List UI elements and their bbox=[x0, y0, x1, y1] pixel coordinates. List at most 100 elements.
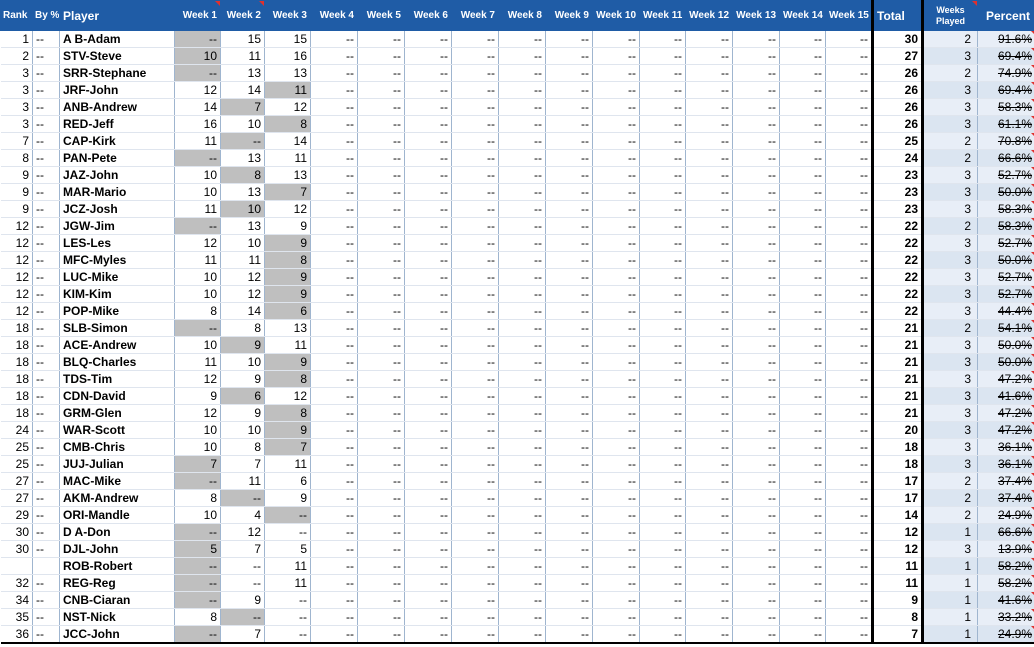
week-score-cell[interactable]: -- bbox=[592, 353, 640, 371]
weeks-played-cell[interactable]: 1 bbox=[922, 608, 978, 626]
header-week-1[interactable]: Week 1 bbox=[174, 0, 221, 31]
rank-cell[interactable]: 12 bbox=[0, 302, 33, 320]
week-score-cell[interactable]: -- bbox=[685, 591, 733, 609]
week-score-cell[interactable]: -- bbox=[639, 64, 686, 82]
week-score-cell[interactable]: -- bbox=[357, 506, 405, 524]
header-total[interactable]: Total bbox=[871, 0, 924, 31]
week-score-cell[interactable]: -- bbox=[357, 387, 405, 405]
header-by-percent[interactable]: By % bbox=[32, 0, 60, 31]
player-cell[interactable]: CAP-Kirk bbox=[59, 132, 175, 150]
week-score-cell[interactable]: -- bbox=[498, 353, 546, 371]
week-score-cell[interactable]: -- bbox=[592, 387, 640, 405]
percent-cell[interactable]: 58.2% bbox=[977, 574, 1034, 592]
week-score-cell[interactable]: -- bbox=[639, 302, 686, 320]
rank-cell[interactable]: 18 bbox=[0, 353, 33, 371]
week-score-cell[interactable]: -- bbox=[357, 217, 405, 235]
week-score-cell[interactable]: -- bbox=[639, 98, 686, 116]
week-score-cell[interactable]: -- bbox=[732, 200, 780, 218]
week-score-cell[interactable]: -- bbox=[451, 319, 499, 337]
week-score-cell[interactable]: -- bbox=[779, 472, 826, 490]
weeks-played-cell[interactable]: 3 bbox=[922, 166, 978, 184]
week-score-cell[interactable]: -- bbox=[310, 183, 358, 201]
week-score-cell[interactable]: 9 bbox=[220, 591, 265, 609]
week-score-cell[interactable]: -- bbox=[685, 319, 733, 337]
week-score-cell[interactable]: -- bbox=[451, 30, 499, 48]
week-score-cell[interactable]: -- bbox=[779, 421, 826, 439]
total-cell[interactable]: 26 bbox=[871, 98, 924, 116]
week-score-cell[interactable]: -- bbox=[639, 200, 686, 218]
week-score-cell[interactable]: -- bbox=[357, 132, 405, 150]
week-score-cell[interactable]: -- bbox=[825, 47, 873, 65]
week-score-cell[interactable]: 11 bbox=[220, 47, 265, 65]
percent-cell[interactable]: 37.4% bbox=[977, 472, 1034, 490]
week-score-cell[interactable]: -- bbox=[310, 149, 358, 167]
week-score-cell[interactable]: -- bbox=[732, 608, 780, 626]
week-score-cell[interactable]: -- bbox=[732, 81, 780, 99]
week-score-cell[interactable]: -- bbox=[498, 98, 546, 116]
week-score-cell[interactable]: -- bbox=[592, 591, 640, 609]
total-cell[interactable]: 20 bbox=[871, 421, 924, 439]
rank-cell[interactable]: 1 bbox=[0, 30, 33, 48]
week-score-cell[interactable]: -- bbox=[357, 540, 405, 558]
rank-cell[interactable]: 25 bbox=[0, 438, 33, 456]
percent-cell[interactable]: 13.9% bbox=[977, 540, 1034, 558]
header-week-3[interactable]: Week 3 bbox=[264, 0, 311, 31]
total-cell[interactable]: 17 bbox=[871, 472, 924, 490]
week-score-cell[interactable]: -- bbox=[825, 217, 873, 235]
percent-cell[interactable]: 41.6% bbox=[977, 387, 1034, 405]
percent-cell[interactable]: 33.2% bbox=[977, 608, 1034, 626]
weeks-played-cell[interactable]: 3 bbox=[922, 302, 978, 320]
week-score-cell[interactable]: -- bbox=[592, 81, 640, 99]
week-score-cell[interactable]: 11 bbox=[264, 149, 311, 167]
week-score-cell[interactable]: -- bbox=[404, 302, 452, 320]
week-score-cell[interactable]: -- bbox=[545, 234, 593, 252]
week-score-cell[interactable]: -- bbox=[310, 370, 358, 388]
week-score-cell[interactable]: -- bbox=[545, 47, 593, 65]
week-score-cell[interactable]: 8 bbox=[220, 166, 265, 184]
week-score-cell[interactable]: -- bbox=[825, 608, 873, 626]
week-score-cell[interactable]: 14 bbox=[174, 98, 221, 116]
week-score-cell[interactable]: -- bbox=[825, 30, 873, 48]
week-score-cell[interactable]: -- bbox=[732, 404, 780, 422]
week-score-cell[interactable]: 4 bbox=[220, 506, 265, 524]
by-percent-cell[interactable]: -- bbox=[32, 81, 60, 99]
week-score-cell[interactable]: -- bbox=[404, 574, 452, 592]
rank-cell[interactable]: 9 bbox=[0, 166, 33, 184]
total-cell[interactable]: 8 bbox=[871, 608, 924, 626]
week-score-cell[interactable]: -- bbox=[592, 370, 640, 388]
by-percent-cell[interactable]: -- bbox=[32, 302, 60, 320]
week-score-cell[interactable]: -- bbox=[732, 132, 780, 150]
week-score-cell[interactable]: -- bbox=[592, 234, 640, 252]
week-score-cell[interactable]: -- bbox=[404, 591, 452, 609]
week-score-cell[interactable]: -- bbox=[310, 132, 358, 150]
total-cell[interactable]: 17 bbox=[871, 489, 924, 507]
weeks-played-cell[interactable]: 1 bbox=[922, 591, 978, 609]
week-score-cell[interactable]: -- bbox=[404, 438, 452, 456]
week-score-cell[interactable]: -- bbox=[825, 302, 873, 320]
week-score-cell[interactable]: -- bbox=[639, 438, 686, 456]
week-score-cell[interactable]: -- bbox=[310, 608, 358, 626]
week-score-cell[interactable]: -- bbox=[357, 353, 405, 371]
week-score-cell[interactable]: -- bbox=[310, 285, 358, 303]
week-score-cell[interactable]: 10 bbox=[220, 234, 265, 252]
total-cell[interactable]: 22 bbox=[871, 302, 924, 320]
weeks-played-cell[interactable]: 2 bbox=[922, 506, 978, 524]
week-score-cell[interactable]: 9 bbox=[174, 387, 221, 405]
week-score-cell[interactable]: -- bbox=[498, 81, 546, 99]
week-score-cell[interactable]: 14 bbox=[220, 81, 265, 99]
percent-cell[interactable]: 50.0% bbox=[977, 183, 1034, 201]
week-score-cell[interactable]: -- bbox=[357, 47, 405, 65]
week-score-cell[interactable]: -- bbox=[779, 302, 826, 320]
total-cell[interactable]: 21 bbox=[871, 387, 924, 405]
rank-cell[interactable]: 3 bbox=[0, 64, 33, 82]
week-score-cell[interactable]: -- bbox=[404, 166, 452, 184]
week-score-cell[interactable]: -- bbox=[685, 625, 733, 644]
week-score-cell[interactable]: -- bbox=[357, 625, 405, 644]
week-score-cell[interactable]: -- bbox=[685, 489, 733, 507]
week-score-cell[interactable]: -- bbox=[779, 336, 826, 354]
weeks-played-cell[interactable]: 3 bbox=[922, 404, 978, 422]
week-score-cell[interactable]: -- bbox=[732, 489, 780, 507]
rank-cell[interactable]: 12 bbox=[0, 251, 33, 269]
player-cell[interactable]: SLB-Simon bbox=[59, 319, 175, 337]
week-score-cell[interactable]: -- bbox=[404, 234, 452, 252]
